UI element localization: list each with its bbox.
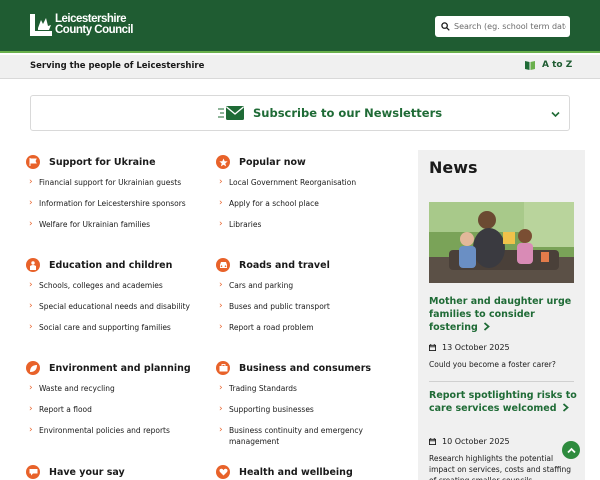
chevron-down-icon <box>551 111 560 118</box>
category-link[interactable]: Welfare for Ukrainian families <box>26 219 206 230</box>
search-icon <box>441 22 450 31</box>
news-date: 13 October 2025 <box>429 343 510 352</box>
newsletter-subscribe-toggle[interactable]: Subscribe to our Newsletters <box>30 95 570 131</box>
category-link[interactable]: Business continuity and emergency manage… <box>216 425 401 447</box>
speech-bubble-icon <box>26 465 40 479</box>
category-heading[interactable]: Have your say <box>26 465 206 479</box>
category-title: Environment and planning <box>49 362 191 374</box>
category-link[interactable]: Local Government Reorganisation <box>216 177 396 188</box>
category-heading[interactable]: Support for Ukraine <box>26 155 206 169</box>
subscribe-label: Subscribe to our Newsletters <box>253 106 443 120</box>
category-title: Roads and travel <box>239 259 330 271</box>
book-icon <box>525 61 535 70</box>
category-business-and-consumers: Business and consumers Trading Standards… <box>216 361 401 457</box>
category-link[interactable]: Special educational needs and disability <box>26 301 206 312</box>
category-link[interactable]: Buses and public transport <box>216 301 396 312</box>
category-title: Business and consumers <box>239 362 372 374</box>
logo-line-2: County Council <box>55 24 133 36</box>
site-header: Leicestershire County Council <box>0 0 600 53</box>
chevron-right-icon <box>562 403 569 412</box>
category-link[interactable]: Apply for a school place <box>216 198 396 209</box>
category-link[interactable]: Report a road problem <box>216 322 396 333</box>
news-heading: News <box>429 158 478 177</box>
news-divider <box>429 381 574 382</box>
chevron-right-icon <box>484 322 490 331</box>
category-heading[interactable]: Popular now <box>216 155 396 169</box>
chevron-up-icon <box>566 447 576 453</box>
envelope-icon <box>218 106 244 120</box>
category-links: Schools, colleges and academies Special … <box>26 280 206 333</box>
category-link[interactable]: Trading Standards <box>216 383 401 394</box>
category-environment-and-planning: Environment and planning Waste and recyc… <box>26 361 206 446</box>
search-input[interactable] <box>454 22 566 31</box>
news-description: Could you become a foster carer? <box>429 360 556 369</box>
heart-icon <box>216 465 230 479</box>
category-link[interactable]: Waste and recycling <box>26 383 206 394</box>
category-link[interactable]: Environmental policies and reports <box>26 425 206 436</box>
category-link[interactable]: Financial support for Ukrainian guests <box>26 177 206 188</box>
child-icon <box>26 258 40 272</box>
flag-icon <box>26 155 40 169</box>
briefcase-icon <box>216 361 230 375</box>
category-title: Support for Ukraine <box>49 156 156 168</box>
category-links: Waste and recycling Report a flood Envir… <box>26 383 206 436</box>
category-title: Health and wellbeing <box>239 466 353 478</box>
calendar-icon <box>429 344 436 351</box>
news-article-link[interactable]: Report spotlighting risks to care servic… <box>429 389 577 415</box>
category-links: Cars and parking Buses and public transp… <box>216 280 396 333</box>
category-links: Financial support for Ukrainian guests I… <box>26 177 206 230</box>
calendar-icon <box>429 438 436 445</box>
news-article-link[interactable]: Mother and daughter urge families to con… <box>429 295 577 334</box>
leaf-icon <box>26 361 40 375</box>
category-link[interactable]: Social care and supporting families <box>26 322 206 333</box>
category-heading[interactable]: Roads and travel <box>216 258 396 272</box>
category-have-your-say: Have your say <box>26 465 206 479</box>
category-link[interactable]: Cars and parking <box>216 280 396 291</box>
category-title: Have your say <box>49 466 125 478</box>
category-heading[interactable]: Health and wellbeing <box>216 465 396 479</box>
category-heading[interactable]: Education and children <box>26 258 206 272</box>
fox-crest-icon <box>30 14 52 36</box>
news-date: 10 October 2025 <box>429 437 510 446</box>
car-icon <box>216 258 230 272</box>
category-links: Local Government Reorganisation Apply fo… <box>216 177 396 230</box>
category-links: Trading Standards Supporting businesses … <box>216 383 401 447</box>
category-education-and-children: Education and children Schools, colleges… <box>26 258 206 343</box>
tagline: Serving the people of Leicestershire <box>30 61 205 71</box>
a-to-z-link[interactable]: A to Z <box>525 60 572 70</box>
category-link[interactable]: Schools, colleges and academies <box>26 280 206 291</box>
news-panel: News Mother and daughter urge families t… <box>418 150 585 480</box>
category-title: Education and children <box>49 259 173 271</box>
category-heading[interactable]: Environment and planning <box>26 361 206 375</box>
star-icon <box>216 155 230 169</box>
category-heading[interactable]: Business and consumers <box>216 361 401 375</box>
category-link[interactable]: Libraries <box>216 219 396 230</box>
category-link[interactable]: Information for Leicestershire sponsors <box>26 198 206 209</box>
category-roads-and-travel: Roads and travel Cars and parking Buses … <box>216 258 396 343</box>
category-title: Popular now <box>239 156 306 168</box>
category-support-for-ukraine: Support for Ukraine Financial support fo… <box>26 155 206 240</box>
back-to-top-button[interactable] <box>562 441 580 459</box>
category-health-and-wellbeing: Health and wellbeing <box>216 465 396 479</box>
search-box[interactable] <box>435 16 570 37</box>
category-popular-now: Popular now Local Government Reorganisat… <box>216 155 396 240</box>
category-link[interactable]: Supporting businesses <box>216 404 401 415</box>
news-photo <box>429 202 574 283</box>
strapline-bar: Serving the people of Leicestershire A t… <box>0 55 600 79</box>
category-link[interactable]: Report a flood <box>26 404 206 415</box>
council-logo[interactable]: Leicestershire County Council <box>30 13 133 36</box>
a-to-z-label: A to Z <box>542 60 573 70</box>
news-description: Research highlights the potential impact… <box>429 454 572 480</box>
